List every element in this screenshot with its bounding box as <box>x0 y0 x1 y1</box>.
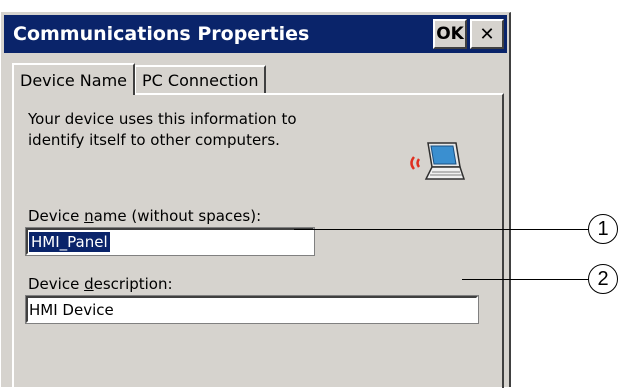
tab-device-name[interactable]: Device Name <box>12 63 136 95</box>
callout-line-2 <box>462 279 590 280</box>
callout-2: 2 <box>588 264 618 294</box>
close-icon: ✕ <box>479 23 495 45</box>
callout-1: 1 <box>588 214 618 244</box>
ok-button[interactable]: OK <box>433 19 467 49</box>
title-bar: Communications Properties OK ✕ <box>4 15 507 53</box>
device-description-value: HMI Device <box>29 300 114 319</box>
callout-line-1 <box>294 229 590 230</box>
device-description-label: Device description: <box>28 275 173 293</box>
device-name-panel: Your device uses this information to ide… <box>12 93 504 388</box>
device-name-input[interactable]: HMI_Panel <box>25 227 315 256</box>
window-title: Communications Properties <box>13 23 310 45</box>
device-name-value: HMI_Panel <box>29 231 110 252</box>
tab-strip: Device Name PC Connection <box>12 63 267 95</box>
tab-pc-connection[interactable]: PC Connection <box>134 65 267 93</box>
close-button[interactable]: ✕ <box>470 19 504 49</box>
communications-properties-dialog: Communications Properties OK ✕ Device Na… <box>1 12 511 388</box>
laptop-network-icon <box>410 142 466 180</box>
device-name-label: Device name (without spaces): <box>28 207 262 225</box>
panel-description: Your device uses this information to ide… <box>28 110 297 149</box>
device-description-input[interactable]: HMI Device <box>25 295 479 324</box>
